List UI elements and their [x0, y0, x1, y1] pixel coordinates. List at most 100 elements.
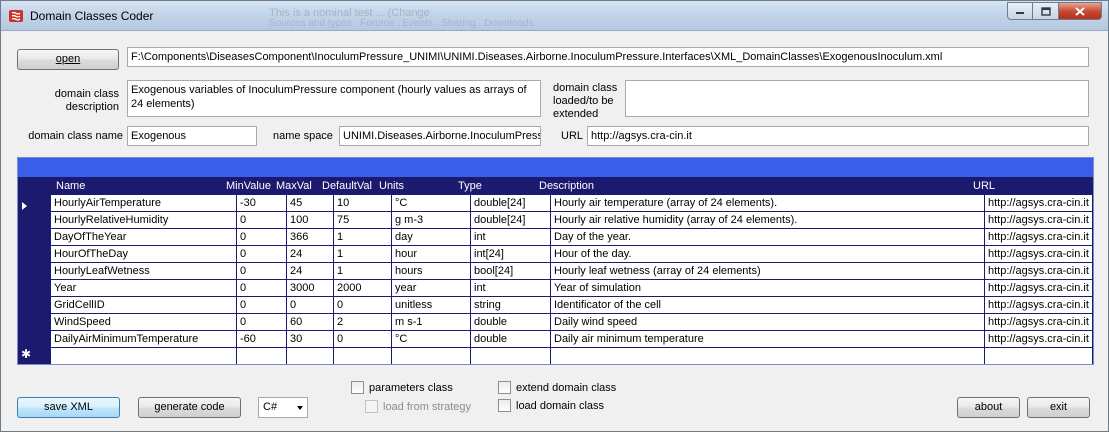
parameters-class-checkbox-box[interactable] — [351, 381, 364, 394]
url-field[interactable]: http://agsys.cra-cin.it — [587, 126, 1089, 146]
cell-units[interactable] — [392, 348, 471, 364]
close-button[interactable] — [1059, 2, 1102, 20]
cell-description[interactable]: Hour of the day. — [551, 246, 985, 263]
cell-max-value[interactable]: 366 — [287, 229, 334, 246]
cell-default-value[interactable]: 1 — [334, 263, 392, 280]
cell-url[interactable]: http://agsys.cra-cin.it — [985, 263, 1093, 280]
generate-code-button[interactable]: generate code — [138, 397, 241, 418]
cell-url[interactable] — [985, 348, 1093, 364]
cell-url[interactable]: http://agsys.cra-cin.it — [985, 297, 1093, 314]
minimize-button[interactable] — [1007, 2, 1033, 20]
description-field[interactable]: Exogenous variables of InoculumPressure … — [127, 80, 541, 117]
cell-units[interactable]: m s-1 — [392, 314, 471, 331]
column-header-units[interactable]: Units — [379, 180, 404, 192]
cell-name[interactable]: DailyAirMinimumTemperature — [51, 331, 237, 348]
cell-description[interactable] — [551, 348, 985, 364]
save-xml-button[interactable]: save XML — [17, 397, 120, 418]
cell-max-value[interactable]: 24 — [287, 263, 334, 280]
cell-max-value[interactable]: 60 — [287, 314, 334, 331]
cell-name[interactable]: HourlyAirTemperature — [51, 195, 237, 212]
cell-url[interactable]: http://agsys.cra-cin.it — [985, 212, 1093, 229]
column-header-url[interactable]: URL — [973, 180, 995, 192]
cell-min-value[interactable]: -60 — [237, 331, 287, 348]
cell-min-value[interactable]: 0 — [237, 280, 287, 297]
table-row[interactable]: WindSpeed 0 60 2 m s-1 double Daily wind speed… — [51, 314, 1093, 331]
cell-name[interactable]: GridCellID — [51, 297, 237, 314]
cell-default-value[interactable] — [334, 348, 392, 364]
cell-default-value[interactable]: 1 — [334, 229, 392, 246]
cell-url[interactable]: http://agsys.cra-cin.it — [985, 280, 1093, 297]
new-row[interactable] — [51, 348, 1093, 364]
cell-description[interactable]: Hourly leaf wetness (array of 24 element… — [551, 263, 985, 280]
cell-default-value[interactable]: 0 — [334, 331, 392, 348]
cell-default-value[interactable]: 10 — [334, 195, 392, 212]
cell-url[interactable]: http://agsys.cra-cin.it — [985, 331, 1093, 348]
cell-name[interactable] — [51, 348, 237, 364]
cell-min-value[interactable]: 0 — [237, 263, 287, 280]
table-row[interactable]: HourlyLeafWetness 0 24 1 hours bool[24] Hourly… — [51, 263, 1093, 280]
cell-min-value[interactable]: 0 — [237, 246, 287, 263]
cell-name[interactable]: WindSpeed — [51, 314, 237, 331]
column-header-maxval[interactable]: MaxVal — [276, 180, 312, 192]
parameters-class-checkbox[interactable]: parameters class — [351, 381, 453, 394]
cell-url[interactable]: http://agsys.cra-cin.it — [985, 195, 1093, 212]
namespace-field[interactable]: UNIMI.Diseases.Airborne.InoculumPressure — [339, 126, 541, 146]
cell-default-value[interactable]: 0 — [334, 297, 392, 314]
cell-name[interactable]: Year — [51, 280, 237, 297]
column-header-minvalue[interactable]: MinValue — [226, 180, 271, 192]
cell-units[interactable]: year — [392, 280, 471, 297]
cell-name[interactable]: DayOfTheYear — [51, 229, 237, 246]
cell-default-value[interactable]: 2 — [334, 314, 392, 331]
load-domain-class-checkbox[interactable]: load domain class — [498, 399, 604, 412]
extend-domain-class-checkbox[interactable]: extend domain class — [498, 381, 616, 394]
column-header-name[interactable]: Name — [56, 180, 85, 192]
table-row[interactable]: GridCellID 0 0 0 unitless string Identificator… — [51, 297, 1093, 314]
column-header-defaultval[interactable]: DefaultVal — [322, 180, 372, 192]
table-row[interactable]: DailyAirMinimumTemperature -60 30 0 °C double… — [51, 331, 1093, 348]
cell-name[interactable]: HourlyLeafWetness — [51, 263, 237, 280]
open-button[interactable]: open — [17, 49, 119, 70]
cell-max-value[interactable]: 24 — [287, 246, 334, 263]
cell-units[interactable]: g m-3 — [392, 212, 471, 229]
load-domain-class-checkbox-box[interactable] — [498, 399, 511, 412]
table-row[interactable]: HourOfTheDay 0 24 1 hour int[24] Hour of the d… — [51, 246, 1093, 263]
column-header-type[interactable]: Type — [458, 180, 482, 192]
cell-max-value[interactable]: 3000 — [287, 280, 334, 297]
extend-domain-class-checkbox-box[interactable] — [498, 381, 511, 394]
cell-min-value[interactable]: 0 — [237, 212, 287, 229]
cell-type[interactable]: string — [471, 297, 551, 314]
cell-description[interactable]: Daily wind speed — [551, 314, 985, 331]
cell-url[interactable]: http://agsys.cra-cin.it — [985, 229, 1093, 246]
cell-units[interactable]: hours — [392, 263, 471, 280]
cell-max-value[interactable]: 100 — [287, 212, 334, 229]
cell-default-value[interactable]: 1 — [334, 246, 392, 263]
file-path-field[interactable]: F:\Components\DiseasesComponent\Inoculum… — [127, 47, 1089, 67]
cell-units[interactable]: unitless — [392, 297, 471, 314]
cell-default-value[interactable]: 2000 — [334, 280, 392, 297]
cell-min-value[interactable]: 0 — [237, 229, 287, 246]
cell-description[interactable]: Year of simulation — [551, 280, 985, 297]
extended-class-field[interactable] — [625, 80, 1089, 117]
cell-units[interactable]: °C — [392, 195, 471, 212]
cell-type[interactable]: int — [471, 280, 551, 297]
cell-min-value[interactable]: -30 — [237, 195, 287, 212]
language-select[interactable]: C# — [258, 397, 308, 418]
maximize-button[interactable] — [1033, 2, 1059, 20]
cell-max-value[interactable]: 0 — [287, 297, 334, 314]
cell-description[interactable]: Identificator of the cell — [551, 297, 985, 314]
column-header-description[interactable]: Description — [539, 180, 594, 192]
cell-description[interactable]: Hourly air temperature (array of 24 elem… — [551, 195, 985, 212]
cell-name[interactable]: HourOfTheDay — [51, 246, 237, 263]
cell-type[interactable]: double — [471, 331, 551, 348]
cell-description[interactable]: Hourly air relative humidity (array of 2… — [551, 212, 985, 229]
cell-min-value[interactable]: 0 — [237, 297, 287, 314]
cell-url[interactable]: http://agsys.cra-cin.it — [985, 314, 1093, 331]
table-row[interactable]: DayOfTheYear 0 366 1 day int Day of the year. h… — [51, 229, 1093, 246]
cell-max-value[interactable] — [287, 348, 334, 364]
table-row[interactable]: HourlyAirTemperature -30 45 10 °C double[24] H… — [51, 195, 1093, 212]
cell-default-value[interactable]: 75 — [334, 212, 392, 229]
cell-units[interactable]: hour — [392, 246, 471, 263]
about-button[interactable]: about — [957, 397, 1020, 418]
cell-type[interactable] — [471, 348, 551, 364]
cell-type[interactable]: double — [471, 314, 551, 331]
